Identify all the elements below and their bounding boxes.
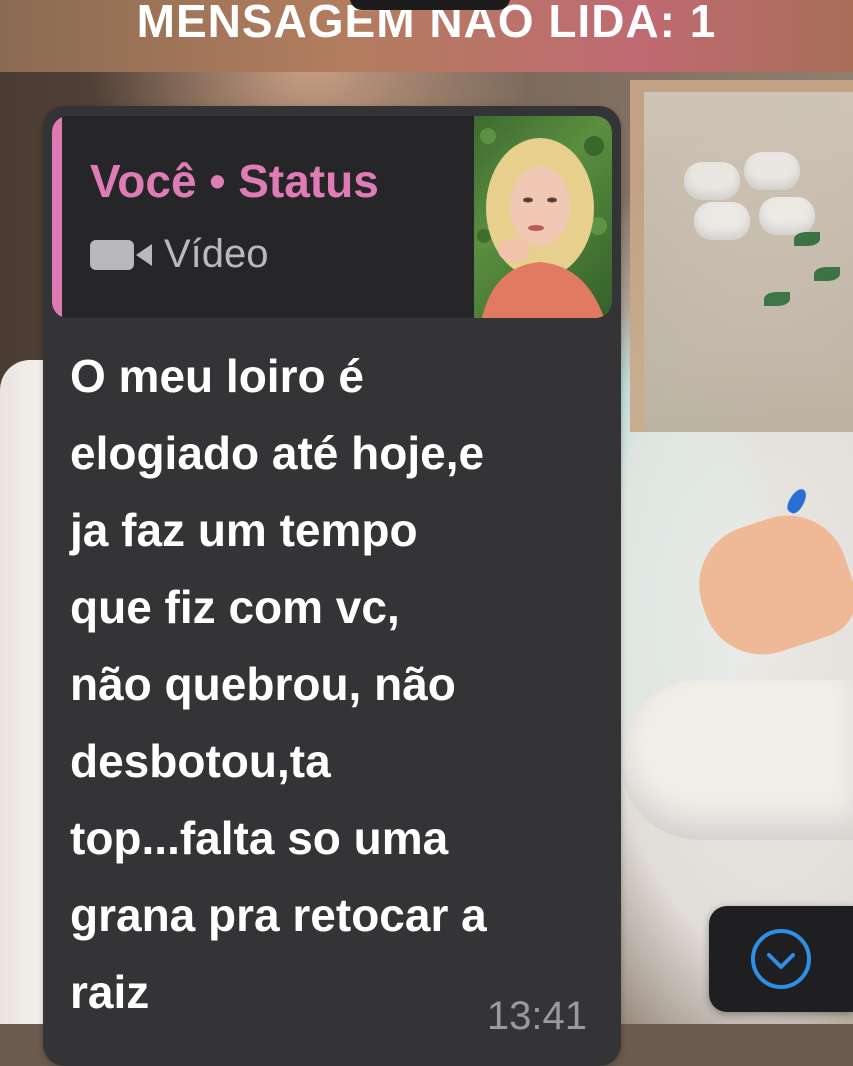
message-bubble[interactable]: Você • Status Vídeo O meu loiro é elogia… (43, 106, 621, 1066)
scroll-to-bottom-button[interactable] (709, 906, 853, 1012)
background-towel (694, 202, 750, 240)
quoted-status-card[interactable]: Você • Status Vídeo (52, 116, 612, 318)
quote-accent-bar (52, 116, 62, 318)
message-body: O meu loiro é elogiado até hoje,e ja faz… (70, 350, 487, 1018)
background-towel (744, 152, 800, 190)
background-sleeve (0, 360, 46, 1024)
unread-messages-banner: MENSAGEM NÃO LIDA: 1 (0, 0, 853, 72)
video-camera-icon (90, 238, 152, 272)
background-shelf (630, 80, 853, 432)
dynamic-island (350, 0, 510, 10)
background-towel (759, 197, 815, 235)
background-towel (684, 162, 740, 200)
message-timestamp: 13:41 (486, 994, 587, 1038)
background-leaf (814, 267, 840, 281)
background-arm (620, 680, 853, 840)
status-thumbnail[interactable] (474, 116, 612, 318)
quoted-status-type-label: Vídeo (164, 232, 269, 276)
background-leaf (764, 292, 790, 306)
quoted-status-type: Vídeo (90, 232, 269, 277)
chevron-down-circle-icon (749, 927, 813, 991)
background-leaf (794, 232, 820, 246)
quoted-status-title: Você • Status (90, 155, 379, 207)
